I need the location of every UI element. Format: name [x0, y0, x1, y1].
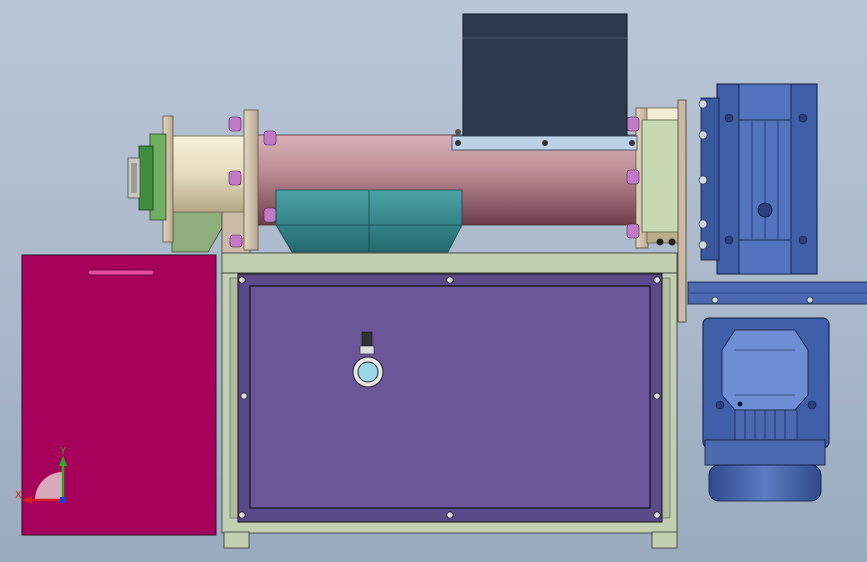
cad-viewport[interactable]: Y X — [0, 0, 867, 562]
feed-hopper[interactable] — [451, 13, 638, 151]
left-bearing-assembly[interactable] — [127, 115, 251, 256]
gear-reducer[interactable] — [698, 83, 818, 275]
y-axis-label: Y — [59, 446, 67, 457]
filtrate-tank-panel[interactable] — [237, 273, 663, 523]
discharge-chute[interactable] — [275, 189, 463, 253]
x-axis-label: X — [15, 490, 22, 501]
motor-flange-plate[interactable] — [687, 281, 867, 305]
bin-handle[interactable] — [87, 269, 155, 276]
z-axis-marker — [60, 497, 66, 503]
electric-motor[interactable] — [702, 317, 830, 502]
